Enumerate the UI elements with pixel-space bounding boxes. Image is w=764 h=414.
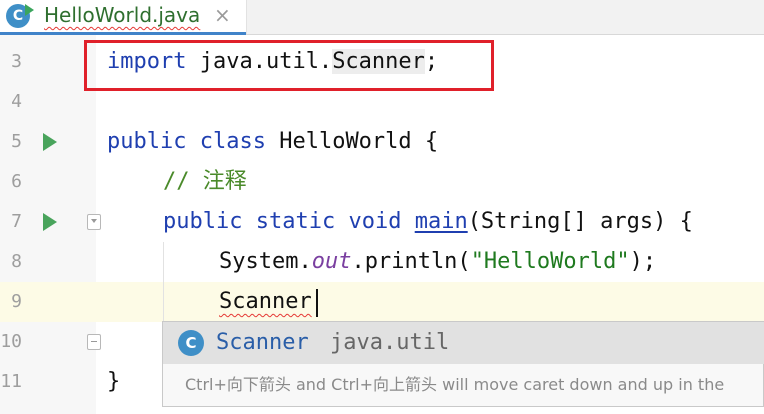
keyword-static: static [255,209,336,234]
text-caret [316,289,318,317]
line-number[interactable]: 4 [0,82,22,122]
code-line-6[interactable]: // 注释 [163,162,247,202]
class-declaration: HelloWorld { [265,129,439,154]
current-line-highlight [96,282,764,322]
autocomplete-popup: C Scanner java.util Ctrl+向下箭头 and Ctrl+向… [162,321,764,407]
code-line-11[interactable]: } [107,362,120,402]
completion-name: Scanner [216,330,309,355]
fold-end-icon[interactable] [87,334,101,350]
line-number[interactable]: 8 [0,242,22,282]
close-icon[interactable]: × [214,4,231,26]
field-out: out [311,249,352,274]
method-name-main: main [414,209,468,234]
indent-guide [163,242,164,322]
line-number[interactable]: 5 [0,122,22,162]
line-number[interactable]: 3 [0,42,22,82]
method-params: (String[] args) { [467,209,693,234]
completion-item-scanner[interactable]: C Scanner java.util [163,322,764,364]
tab-helloworld-java[interactable]: C HelloWorld.java × [0,0,247,35]
string-literal: "HelloWorld" [470,249,630,274]
line-number[interactable]: 10 [0,322,22,362]
statement-end: ); [629,249,657,274]
line-number[interactable]: 6 [0,162,22,202]
class-icon: C [178,330,204,356]
tab-label[interactable]: HelloWorld.java [44,3,200,27]
line-number[interactable]: 7 [0,202,22,242]
code-line-5[interactable]: public class HelloWorld { [107,122,438,162]
system-ref: System. [219,249,312,274]
typed-identifier: Scanner [219,289,312,314]
line-number[interactable]: 9 [0,282,22,322]
run-class-icon[interactable] [43,133,57,151]
run-main-icon[interactable] [43,213,57,231]
println-call: .println( [351,249,471,274]
code-line-7[interactable]: public static void main(String[] args) { [163,202,693,242]
code-line-8[interactable]: System.out.println("HelloWorld"); [219,242,656,282]
fold-method-icon[interactable] [87,214,101,230]
runnable-badge-icon [25,4,34,16]
code-line-9[interactable]: Scanner [219,282,312,322]
keyword-class: class [199,129,266,154]
java-class-icon: C [6,4,34,28]
annotation-highlight-box [84,40,494,91]
keyword-public: public [107,129,187,154]
completion-package: java.util [330,330,450,355]
editor-tab-bar: C HelloWorld.java × [0,0,764,35]
keyword-void: void [348,209,402,234]
completion-hint: Ctrl+向下箭头 and Ctrl+向上箭头 will move caret … [185,375,725,394]
keyword-public: public [163,209,243,234]
line-number[interactable]: 11 [0,362,22,402]
class-icon-letter: C [12,8,24,24]
